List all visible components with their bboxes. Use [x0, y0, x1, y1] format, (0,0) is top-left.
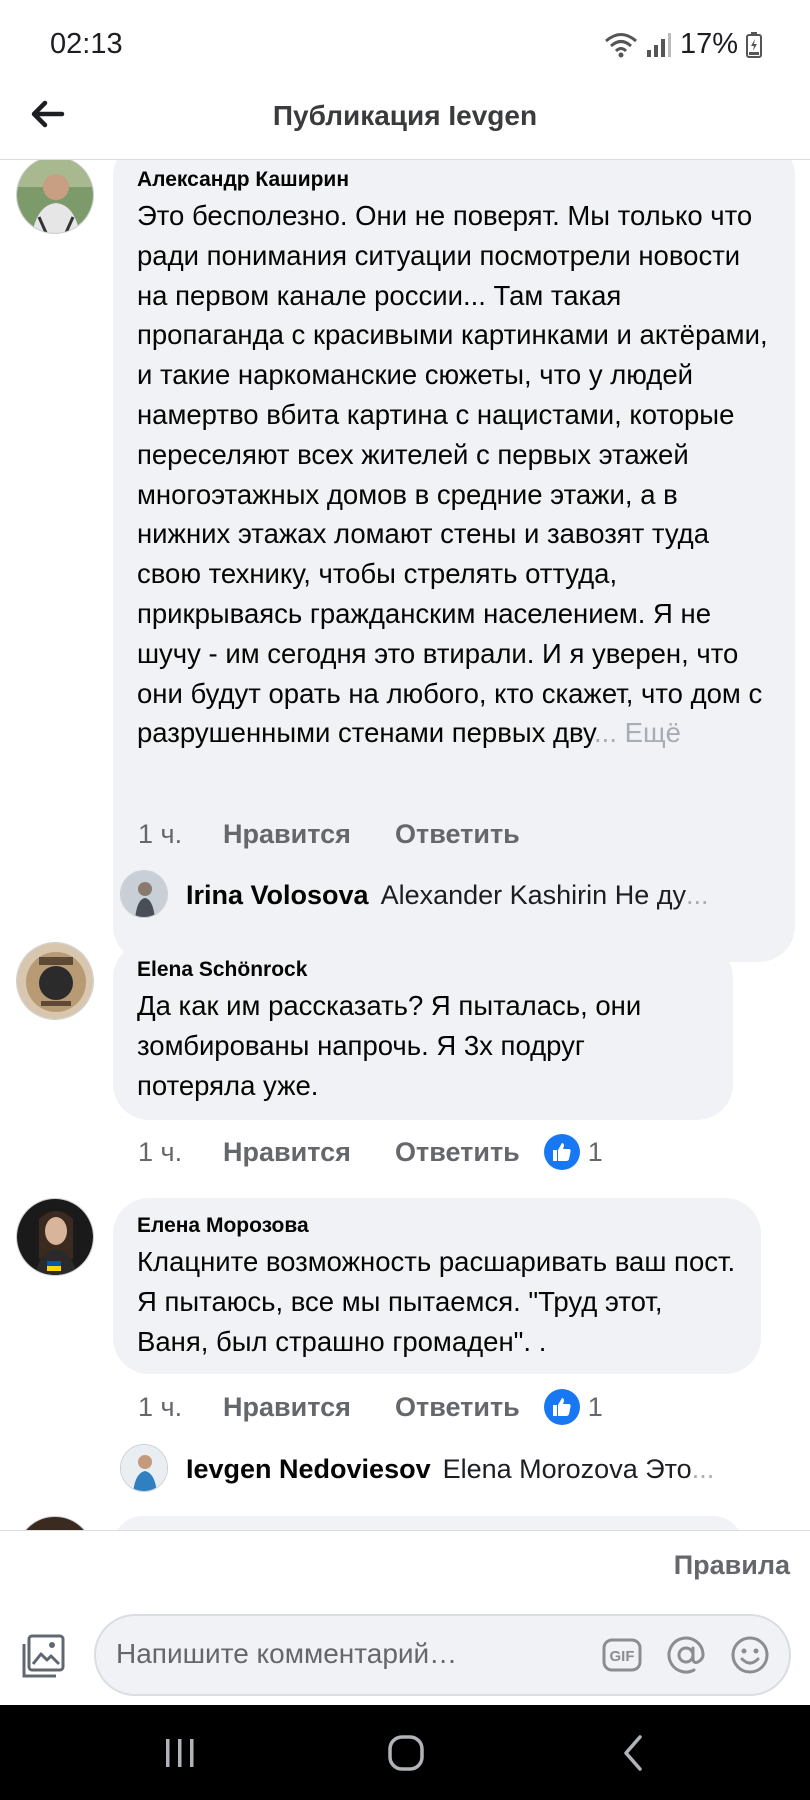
comment-author[interactable]: Елена Морозова [137, 1214, 737, 1238]
thumbs-up-icon [543, 1134, 580, 1170]
home-button[interactable] [376, 1731, 436, 1775]
like-button[interactable]: Нравится [223, 819, 395, 850]
reply-preview[interactable]: Ievgen Nedoviesov Elena Morozova Это ... [186, 1454, 714, 1485]
reaction-summary[interactable]: 1 [543, 1134, 603, 1170]
avatar[interactable] [16, 160, 94, 234]
reaction-count: 1 [587, 1136, 603, 1167]
comment-meta: 1 ч. Нравится Ответить 1 [138, 1132, 603, 1172]
chevron-left-icon [624, 1735, 642, 1771]
reply-button[interactable]: Ответить [395, 1392, 520, 1423]
reaction-summary[interactable]: 1 [543, 1389, 603, 1425]
home-icon [388, 1735, 424, 1771]
comment-text: Это бесполезно. Они не поверят. Мы тольк… [137, 196, 771, 753]
system-back-button[interactable] [604, 1731, 664, 1775]
avatar-photo [17, 160, 93, 233]
avatar[interactable] [16, 1198, 94, 1276]
comment-meta: 1 ч. Нравится Ответить 1 [138, 1387, 603, 1427]
reply-button[interactable]: Ответить [395, 1137, 520, 1168]
rules-link[interactable]: Правила [674, 1550, 790, 1581]
reply-author[interactable]: Ievgen Nedoviesov [186, 1454, 431, 1485]
reaction-count: 1 [587, 1391, 603, 1422]
reply-avatar[interactable] [120, 870, 168, 918]
comment-body: Это бесполезно. Они не поверят. Мы тольк… [137, 200, 768, 749]
reply-avatar[interactable] [120, 1444, 168, 1492]
system-nav-bar [0, 1705, 810, 1800]
signal-icon [646, 32, 672, 58]
comments-feed[interactable]: Александр Каширин Это бесполезно. Они не… [0, 160, 810, 1530]
avatar-photo [17, 943, 93, 1019]
status-time: 02:13 [50, 28, 123, 60]
reply-text: Elena Morozova Это [442, 1454, 692, 1484]
svg-text:GIF: GIF [610, 1648, 635, 1665]
reply-text: Alexander Kashirin Не ду [380, 880, 686, 910]
battery-icon [746, 31, 762, 58]
comment-author[interactable]: Александр Каширин [137, 168, 771, 192]
see-more-link[interactable]: ... Ещё [594, 717, 681, 748]
reply-author[interactable]: Irina Volosova [186, 880, 369, 911]
image-icon [22, 1634, 65, 1678]
comment-text: Да как им рассказать? Я пыталась, они зо… [137, 990, 642, 1101]
reply-ellipsis: ... [685, 880, 709, 910]
like-button[interactable]: Нравится [223, 1392, 395, 1423]
battery-percent: 17% [679, 28, 738, 60]
reply-preview[interactable]: Irina Volosova Alexander Kashirin Не ду.… [186, 880, 708, 911]
comment-input[interactable]: Напишите комментарий… GIF [94, 1614, 791, 1696]
avatar[interactable] [16, 942, 94, 1020]
like-button[interactable]: Нравится [223, 1137, 395, 1168]
comment-time: 1 ч. [138, 818, 183, 849]
recent-apps-button[interactable] [150, 1731, 210, 1775]
avatar-photo [121, 1445, 167, 1491]
comment-placeholder: Напишите комментарий… [116, 1638, 458, 1669]
status-bar: 02:13 17% [0, 0, 810, 90]
avatar[interactable] [16, 1516, 94, 1530]
status-icons: 17% [604, 28, 762, 61]
smiley-icon [731, 1636, 769, 1674]
comment-time: 1 ч. [138, 1136, 183, 1167]
comment-author[interactable]: Elena Schönrock [137, 958, 709, 982]
wifi-icon [604, 32, 638, 58]
emoji-button[interactable] [729, 1634, 771, 1676]
footer-divider [0, 1530, 810, 1531]
thumbs-up-icon [543, 1389, 580, 1425]
composer-icons: GIF [601, 1634, 771, 1676]
comment-composer: Напишите комментарий… GIF [0, 1610, 810, 1702]
gif-button[interactable]: GIF [601, 1634, 643, 1676]
photo-button[interactable] [20, 1632, 68, 1680]
comment-text: Клацните возможность расшаривать ваш пос… [137, 1246, 736, 1357]
comment-time: 1 ч. [138, 1391, 183, 1422]
page-title: Публикация Ievgen [272, 100, 538, 131]
reply-button[interactable]: Ответить [395, 819, 520, 850]
avatar-photo [17, 1199, 93, 1275]
avatar-photo [121, 871, 167, 917]
mention-button[interactable] [665, 1634, 707, 1676]
gif-icon: GIF [602, 1638, 642, 1672]
comment-bubble[interactable] [113, 1516, 743, 1530]
at-sign-icon [667, 1636, 705, 1674]
recent-apps-icon [166, 1739, 194, 1767]
comment-meta: 1 ч. Нравится Ответить [138, 814, 544, 854]
reply-ellipsis: ... [691, 1454, 715, 1484]
comment-bubble[interactable]: Elena Schönrock Да как им рассказать? Я … [113, 942, 733, 1120]
comment-bubble[interactable]: Елена Морозова Клацните возможность расш… [113, 1198, 761, 1374]
post-header: Публикация Ievgen [0, 90, 810, 160]
